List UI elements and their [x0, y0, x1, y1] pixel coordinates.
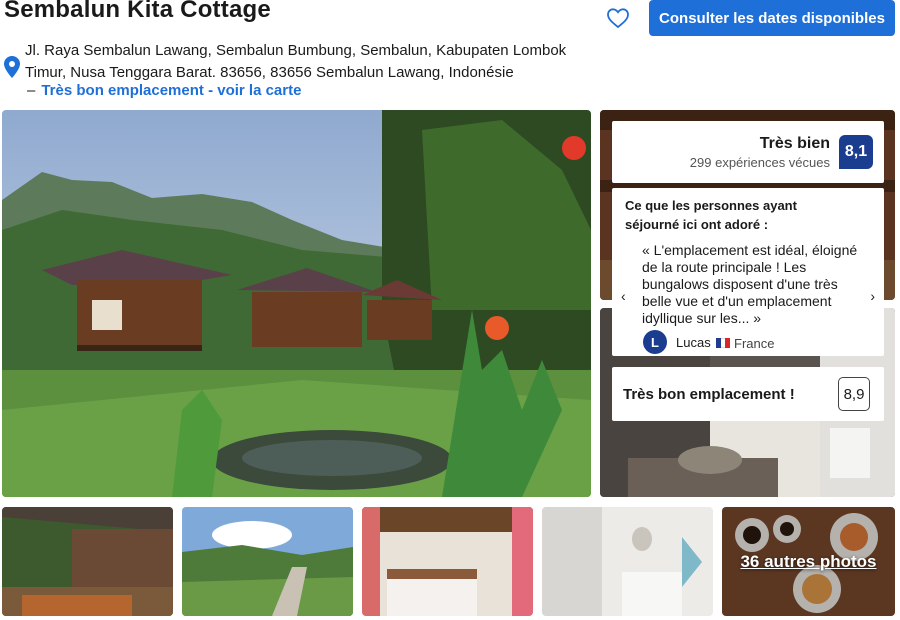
thumbnail-photo[interactable] [2, 507, 173, 616]
chevron-left-icon[interactable]: ‹ [621, 288, 626, 304]
map-pin-icon [4, 56, 20, 78]
address-line-2: Timur, Nusa Tenggara Barat. 83656, 83656… [25, 64, 514, 81]
location-label: Très bon emplacement ! [623, 386, 795, 403]
avatar: L [643, 330, 667, 354]
thumbnail-photo[interactable] [182, 507, 353, 616]
thumbnail-photo[interactable] [542, 507, 713, 616]
chevron-right-icon[interactable]: › [870, 288, 875, 304]
heart-icon[interactable] [606, 6, 630, 30]
map-link[interactable]: – Très bon emplacement - voir la carte [27, 82, 301, 99]
score-word: Très bien [759, 135, 830, 152]
review-count: 299 expériences vécues [689, 155, 830, 170]
location-score-card[interactable]: Très bon emplacement ! 8,9 [612, 367, 884, 421]
thumbnail-photo[interactable] [362, 507, 533, 616]
more-photos-link[interactable]: 36 autres photos [722, 507, 895, 616]
address-line-1: Jl. Raya Sembalun Lawang, Sembalun Bumbu… [25, 42, 567, 59]
map-link-text[interactable]: Très bon emplacement - voir la carte [41, 82, 301, 99]
map-link-dash: – [27, 82, 36, 99]
check-availability-button[interactable]: Consulter les dates disponibles [649, 0, 895, 36]
reviewer-name: Lucas [676, 335, 711, 350]
reviewer-country: France [734, 336, 775, 351]
thumbnail-photo[interactable]: 36 autres photos [722, 507, 895, 616]
review-heading: Ce que les personnes ayant séjourné ici … [625, 198, 797, 232]
score-card[interactable]: Très bien 299 expériences vécues 8,1 [612, 121, 884, 183]
france-flag-icon [716, 338, 731, 348]
address: Jl. Raya Sembalun Lawang, Sembalun Bumbu… [25, 40, 585, 84]
score-badge: 8,1 [839, 135, 873, 169]
location-score: 8,9 [838, 377, 870, 411]
review-quote: « L'emplacement est idéal, éloigné de la… [642, 242, 858, 326]
review-card: Ce que les personnes ayant séjourné ici … [612, 188, 884, 356]
property-title: Sembalun Kita Cottage [4, 0, 271, 23]
main-photo[interactable] [2, 110, 591, 497]
